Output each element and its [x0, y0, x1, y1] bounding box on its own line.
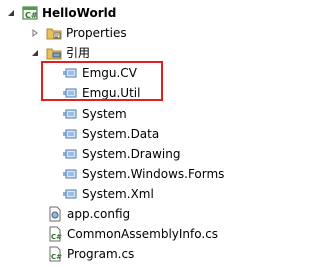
reference-item-system-xml[interactable]: System.Xml: [62, 184, 155, 204]
svg-text:C#: C#: [51, 253, 62, 261]
reference-icon: [62, 146, 78, 162]
references-folder-icon: [46, 45, 62, 61]
solution-explorer-tree: C# HelloWorld Properties 引用 Emgu.CV Emgu…: [0, 0, 243, 264]
expand-arrow-icon[interactable]: [30, 28, 40, 38]
csharp-project-icon: C#: [22, 5, 38, 21]
reference-item-system[interactable]: System: [62, 104, 128, 124]
reference-item-system-drawing[interactable]: System.Drawing: [62, 144, 181, 164]
reference-item-system-windows-forms[interactable]: System.Windows.Forms: [62, 164, 225, 184]
tree-node-properties[interactable]: Properties: [30, 23, 128, 43]
reference-icon: [62, 126, 78, 142]
references-label: 引用: [66, 46, 91, 60]
file-item-app-config[interactable]: app.config: [47, 204, 131, 224]
reference-icon: [62, 166, 78, 182]
properties-label: Properties: [66, 26, 127, 40]
reference-icon: [62, 186, 78, 202]
config-file-icon: [47, 206, 63, 222]
csharp-file-icon: C#: [47, 246, 63, 262]
svg-text:C#: C#: [25, 11, 38, 20]
tree-node-project[interactable]: C# HelloWorld: [6, 3, 117, 23]
highlight-box: [41, 61, 163, 101]
project-name: HelloWorld: [42, 6, 117, 20]
reference-icon: [62, 106, 78, 122]
collapse-arrow-icon[interactable]: [30, 48, 40, 58]
tree-node-references[interactable]: 引用: [30, 43, 91, 63]
svg-text:C#: C#: [51, 233, 62, 241]
collapse-arrow-icon[interactable]: [6, 8, 16, 18]
csharp-file-icon: C#: [47, 226, 63, 242]
file-item-program-cs[interactable]: C# Program.cs: [47, 244, 135, 264]
reference-item-system-data[interactable]: System.Data: [62, 124, 160, 144]
file-item-common-assembly-info[interactable]: C# CommonAssemblyInfo.cs: [47, 224, 219, 244]
properties-folder-icon: [46, 25, 62, 41]
